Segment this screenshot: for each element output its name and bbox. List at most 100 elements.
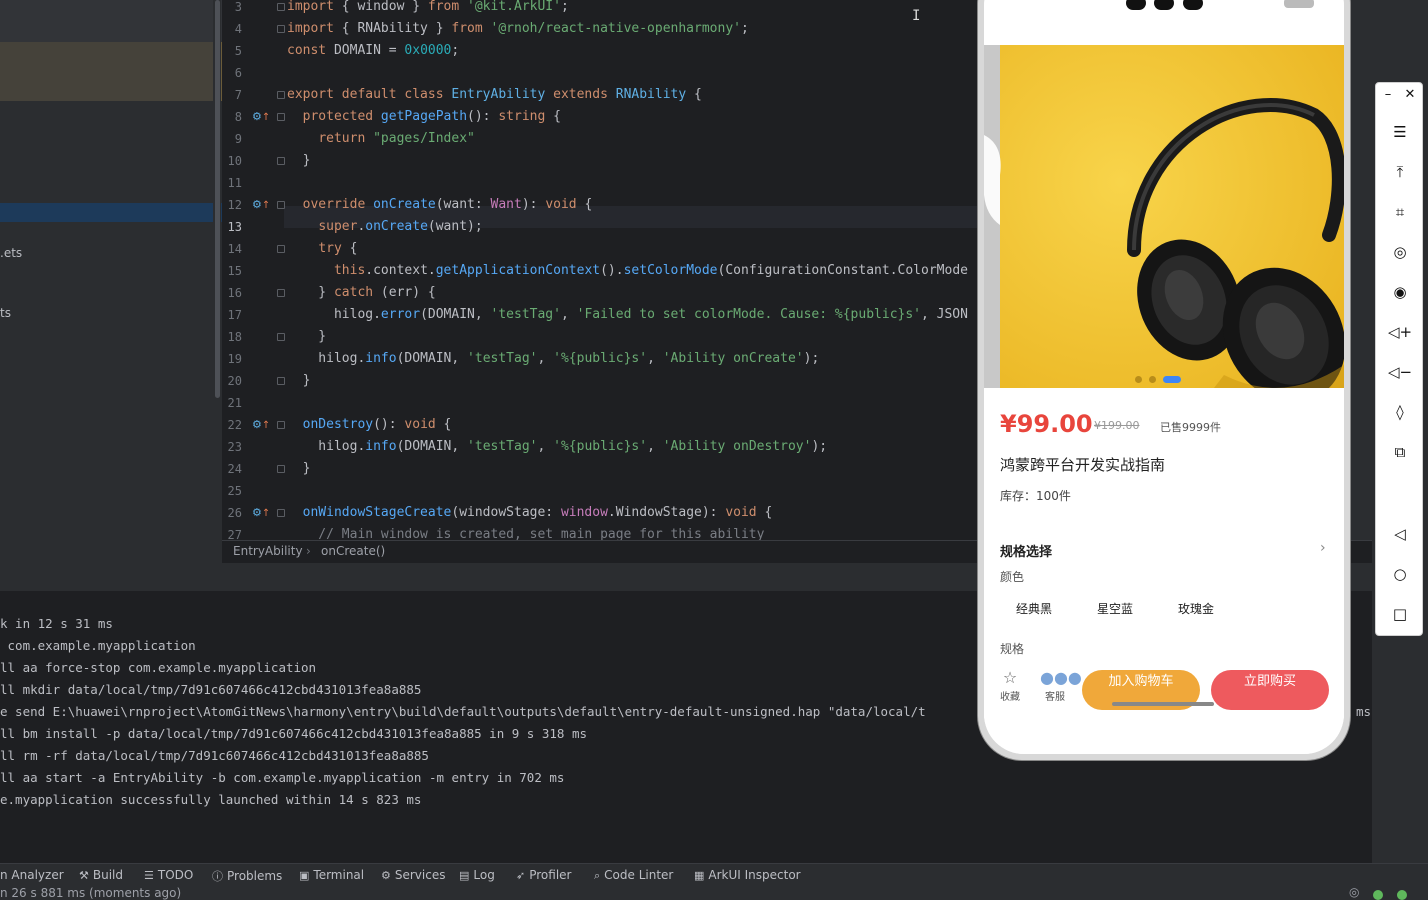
chevron-right-icon[interactable]: ›: [1320, 540, 1326, 556]
back-icon[interactable]: ◁: [1388, 525, 1412, 549]
code-editor[interactable]: 3 4 5 6 7 8 ⚙↑ 9 10 11 12 ⚙↑ 13 14 15 16 17 18 19 20 21 22 ⚙↑ 2…: [222, 0, 980, 540]
project-row-selected-group[interactable]: [0, 42, 222, 101]
code-line[interactable]: super.onCreate(want);: [287, 216, 482, 238]
tool-window-n-analyzer[interactable]: n Analyzer: [0, 868, 64, 882]
tool-window-code-linter[interactable]: ⌕ Code Linter: [594, 868, 673, 883]
fold-toggle-icon[interactable]: [277, 91, 285, 99]
close-icon[interactable]: ✕: [1398, 87, 1422, 111]
code-line[interactable]: hilog.info(DOMAIN, 'testTag', '%{public}…: [287, 436, 827, 458]
code-token: {: [576, 197, 593, 212]
fold-toggle-icon[interactable]: [277, 157, 285, 165]
breadcrumb-class[interactable]: EntryAbility: [233, 544, 303, 558]
code-line[interactable]: // Main window is created, set main page…: [287, 524, 764, 540]
tool-window-log[interactable]: ▤ Log: [459, 868, 495, 882]
fold-toggle-icon[interactable]: [277, 201, 285, 209]
code-token: window: [560, 505, 608, 520]
fold-toggle-icon[interactable]: [277, 465, 285, 473]
color-option-black[interactable]: 经典黑: [1000, 600, 1068, 626]
code-line[interactable]: const DOMAIN = 0x0000;: [287, 40, 459, 62]
color-option-rose-gold[interactable]: 玫瑰金: [1162, 600, 1230, 626]
code-line[interactable]: try {: [287, 238, 357, 260]
pin-top-icon[interactable]: ⤒: [1388, 163, 1412, 187]
override-marker-icon[interactable]: ⚙↑: [252, 507, 270, 520]
code-line[interactable]: hilog.info(DOMAIN, 'testTag', '%{public}…: [287, 348, 819, 370]
recents-icon[interactable]: □: [1388, 605, 1412, 629]
code-line[interactable]: export default class EntryAbility extend…: [287, 84, 702, 106]
spec-selection-title[interactable]: 规格选择: [1000, 541, 1052, 560]
tool-window-label: n Analyzer: [0, 868, 64, 882]
favorite-button[interactable]: ☆ 收藏: [995, 668, 1025, 703]
code-line[interactable]: }: [287, 458, 311, 480]
override-marker-icon[interactable]: ⚙↑: [252, 199, 270, 212]
code-line[interactable]: onDestroy(): void {: [287, 414, 452, 436]
volume-down-icon[interactable]: ◁−: [1388, 363, 1412, 387]
tool-window-terminal[interactable]: ▣ Terminal: [299, 868, 364, 882]
menu-icon[interactable]: ☰: [1388, 123, 1412, 147]
code-line[interactable]: }: [287, 370, 311, 392]
fold-toggle-icon[interactable]: [277, 509, 285, 517]
status-indicator-icon[interactable]: ◎: [1349, 885, 1359, 899]
tool-window-problems[interactable]: ⓘ Problems: [212, 868, 282, 884]
project-file-ts[interactable]: ts: [0, 306, 11, 320]
home-icon[interactable]: ○: [1388, 565, 1412, 589]
product-carousel[interactable]: [984, 45, 1344, 388]
tool-window-todo[interactable]: ☰ TODO: [144, 868, 193, 882]
rotate-icon[interactable]: ◎: [1388, 243, 1412, 267]
carousel-indicator[interactable]: [1135, 369, 1188, 388]
fold-toggle-icon[interactable]: [277, 289, 285, 297]
carousel-dot[interactable]: [1135, 376, 1142, 383]
override-marker-icon[interactable]: ⚙↑: [252, 111, 270, 124]
code-line[interactable]: hilog.error(DOMAIN, 'testTag', 'Failed t…: [287, 304, 968, 326]
fold-toggle-icon[interactable]: [277, 3, 285, 11]
code-token: info: [365, 439, 397, 454]
minimize-icon[interactable]: –: [1376, 87, 1400, 111]
services-icon: ⚙: [381, 869, 391, 882]
color-label: 颜色: [1000, 570, 1025, 584]
fold-toggle-icon[interactable]: [277, 377, 285, 385]
project-row-highlight[interactable]: [0, 0, 222, 42]
fold-toggle-icon[interactable]: [277, 245, 285, 253]
customer-service-button[interactable]: ●●● 客服: [1040, 668, 1082, 703]
copy-icon[interactable]: ⧉: [1388, 443, 1412, 467]
project-file-ets[interactable]: .ets: [0, 246, 22, 260]
fold-toggle-icon[interactable]: [277, 113, 285, 121]
volume-up-icon[interactable]: ◁+: [1388, 323, 1412, 347]
buy-now-button[interactable]: 立即购买: [1211, 670, 1329, 710]
code-token: .context.: [365, 263, 436, 278]
code-line[interactable]: protected getPagePath(): string {: [287, 106, 561, 128]
code-line[interactable]: import { window } from '@kit.ArkUI';: [287, 0, 569, 18]
carousel-dot[interactable]: [1149, 376, 1156, 383]
tool-window-services[interactable]: ⚙ Services: [381, 868, 445, 882]
fold-toggle-icon[interactable]: [277, 421, 285, 429]
code-line[interactable]: onWindowStageCreate(windowStage: window.…: [287, 502, 773, 524]
project-row-selected[interactable]: [0, 203, 222, 222]
fold-toggle-icon[interactable]: [277, 333, 285, 341]
shake-icon[interactable]: ◊: [1388, 403, 1412, 427]
code-line[interactable]: this.context.getApplicationContext().set…: [287, 260, 968, 282]
code-line[interactable]: override onCreate(want: Want): void {: [287, 194, 593, 216]
project-scrollbar-thumb[interactable]: [215, 0, 220, 398]
tool-window-build[interactable]: ⚒ Build: [79, 868, 123, 882]
code-line[interactable]: }: [287, 150, 311, 172]
carousel-dot-active[interactable]: [1163, 376, 1181, 383]
code-line[interactable]: }: [287, 326, 326, 348]
color-option-blue[interactable]: 星空蓝: [1081, 600, 1149, 626]
code-line[interactable]: } catch (err) {: [287, 282, 435, 304]
line-number: 24: [227, 462, 242, 476]
breadcrumb-method[interactable]: onCreate(): [321, 544, 385, 558]
code-line[interactable]: import { RNAbility } from '@rnoh/react-n…: [287, 18, 749, 40]
code-token: 0x0000: [404, 43, 452, 58]
code-line[interactable]: return "pages/Index": [287, 128, 475, 150]
line-number: 26: [227, 506, 242, 520]
tool-window-arkui-inspector[interactable]: ▦ ArkUI Inspector: [694, 868, 801, 882]
project-scrollbar[interactable]: [213, 0, 221, 563]
tool-window-profiler[interactable]: ➶ Profiler: [516, 868, 571, 882]
fold-toggle-icon[interactable]: [277, 25, 285, 33]
screenshot-icon[interactable]: ◉: [1388, 283, 1412, 307]
console-line: k in 12 s 31 ms: [0, 616, 113, 631]
crop-icon[interactable]: ⌗: [1388, 203, 1412, 227]
override-marker-icon[interactable]: ⚙↑: [252, 419, 270, 432]
home-indicator[interactable]: [1112, 702, 1214, 706]
